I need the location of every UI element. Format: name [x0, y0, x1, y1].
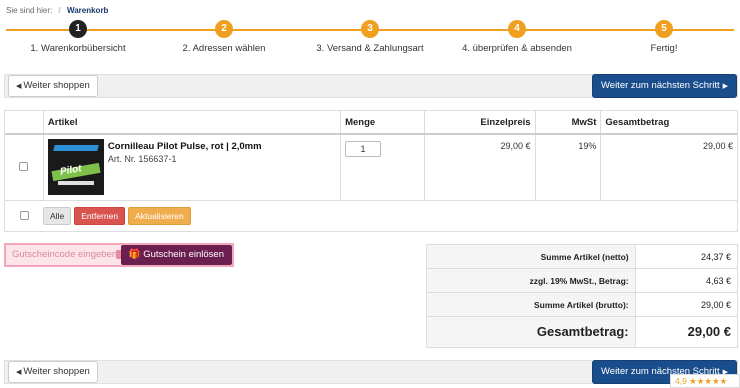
step-1: 1 1. Warenkorbübersicht [3, 20, 153, 54]
header-quantity: Menge [340, 111, 424, 133]
cart-table: Artikel Menge Einzelpreis MwSt Gesamtbet… [4, 110, 738, 232]
summary-vat-value: 4,63 € [705, 276, 731, 286]
step-3-label: 3. Versand & Zahlungsart [316, 43, 424, 54]
summary-row-gross: Summe Artikel (brutto): 29,00 € [427, 293, 737, 317]
unit-price-value: 29,00 € [423, 135, 535, 200]
quantity-input[interactable]: 1 [345, 141, 382, 157]
gift-icon: 🎁 [128, 249, 141, 260]
order-summary: Summe Artikel (netto) 24,37 € zzgl. 19% … [426, 244, 738, 348]
continue-shopping-label: Weiter shoppen [23, 80, 90, 91]
summary-row-total: Gesamtbetrag: 29,00 € [427, 317, 737, 347]
select-all-cell [5, 210, 43, 222]
summary-total-label: Gesamtbetrag: [427, 317, 636, 347]
update-button[interactable]: Aktualisieren [128, 207, 191, 225]
summary-total-value: 29,00 € [687, 324, 731, 339]
product-article-number: Art. Nr. 156637-1 [107, 154, 177, 164]
top-toolbar: ◀ Weiter shoppen Weiter zum nächsten Schr… [4, 74, 738, 98]
step-2-number: 2 [215, 20, 233, 38]
summary-net-label: Summe Artikel (netto) [427, 245, 636, 268]
summary-gross-value: 29,00 € [700, 300, 731, 310]
row-checkbox[interactable] [19, 162, 29, 171]
cart-table-header: Artikel Menge Einzelpreis MwSt Gesamtbet… [5, 111, 737, 135]
step-4-number: 4 [508, 20, 526, 38]
step-5-label: Fertig! [650, 43, 678, 54]
chevron-right-icon: ▶ [722, 83, 728, 90]
continue-shopping-label: Weiter shoppen [23, 366, 90, 377]
quantity-cell: 1 [340, 135, 424, 200]
step-4: 4 4. überprüfen & absenden [442, 20, 592, 54]
bottom-toolbar: ◀ Weiter shoppen Weiter zum nächsten Schr… [4, 360, 738, 384]
step-2: 2 2. Adressen wählen [149, 20, 299, 54]
product-image[interactable]: Pilot [47, 139, 104, 195]
coupon-input[interactable]: Gutscheincode eingeben [12, 249, 117, 260]
continue-shopping-button-bottom[interactable]: ◀ Weiter shoppen [8, 361, 98, 383]
product-image-stripe [53, 145, 99, 151]
header-total: Gesamtbetrag [600, 111, 737, 133]
continue-shopping-button-top[interactable]: ◀ Weiter shoppen [8, 75, 98, 97]
summary-row-net: Summe Artikel (netto) 24,37 € [427, 245, 737, 269]
step-2-label: 2. Adressen wählen [182, 43, 266, 54]
header-article: Artikel [42, 111, 340, 133]
checkout-steps: 1 1. Warenkorbübersicht 2 2. Adressen wä… [0, 20, 740, 56]
step-1-label: 1. Warenkorbübersicht [30, 43, 126, 54]
step-5-number: 5 [655, 20, 673, 38]
summary-net-value: 24,37 € [700, 252, 731, 262]
rating-badge[interactable]: 4,9 ★★★★★ [670, 374, 740, 388]
redeem-coupon-label: Gutschein einlösen [143, 249, 224, 260]
select-all-checkbox[interactable] [19, 210, 29, 220]
breadcrumb-current[interactable]: Warenkorb [67, 6, 109, 15]
header-select [5, 111, 43, 133]
step-3: 3 3. Versand & Zahlungsart [295, 20, 445, 54]
remove-button[interactable]: Entfernen [74, 207, 126, 225]
row-select-cell [5, 135, 43, 200]
redeem-coupon-button[interactable]: 🎁 Gutschein einlösen [120, 245, 232, 265]
product-image-stripe [57, 181, 94, 185]
table-row: Pilot Cornilleau Pilot Pulse, rot | 2,0m… [5, 135, 737, 201]
step-5: 5 Fertig! [589, 20, 739, 54]
chevron-left-icon: ◀ [16, 369, 22, 376]
summary-vat-label: zzgl. 19% MwSt., Betrag: [427, 269, 636, 292]
breadcrumb-separator: / [58, 6, 61, 15]
step-3-number: 3 [361, 20, 379, 38]
header-unit-price: Einzelpreis [423, 111, 535, 133]
header-vat: MwSt [534, 111, 601, 133]
next-step-button-top[interactable]: Weiter zum nächsten Schritt ▶ [591, 74, 737, 98]
chevron-left-icon: ◀ [16, 83, 22, 90]
article-cell: Pilot Cornilleau Pilot Pulse, rot | 2,0m… [42, 135, 340, 200]
product-name[interactable]: Cornilleau Pilot Pulse, rot | 2,0mm [108, 141, 262, 152]
step-1-number: 1 [69, 20, 87, 38]
next-step-label: Weiter zum nächsten Schritt [600, 80, 720, 91]
summary-row-vat: zzgl. 19% MwSt., Betrag: 4,63 € [427, 269, 737, 293]
breadcrumb: Sie sind hier: / Warenkorb [6, 6, 108, 15]
total-value: 29,00 € [600, 135, 737, 200]
select-all-button[interactable]: Alle [43, 207, 72, 225]
summary-gross-label: Summe Artikel (brutto): [427, 293, 636, 316]
coupon-form: Gutscheincode eingeben 🎁 Gutschein einlö… [4, 243, 234, 267]
vat-value: 19% [534, 135, 601, 200]
step-4-label: 4. überprüfen & absenden [462, 43, 572, 54]
cart-actions: Alle Entfernen Aktualisieren [5, 201, 737, 231]
breadcrumb-prefix: Sie sind hier: [6, 6, 53, 15]
